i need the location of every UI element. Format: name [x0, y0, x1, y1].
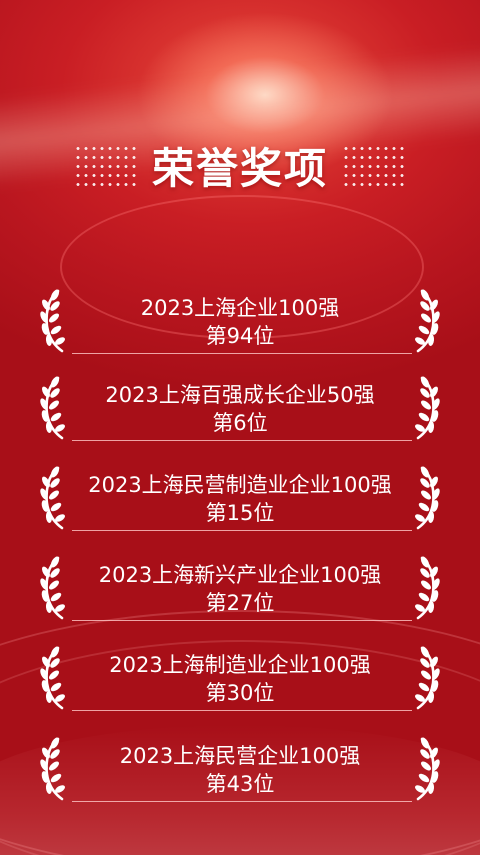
- award-item: 2023上海制造业企业100强 第30位: [40, 642, 440, 720]
- award-item: 2023上海民营制造业企业100强 第15位: [40, 462, 440, 540]
- award-rank: 第27位: [205, 591, 275, 615]
- honors-page: 荣誉奖项 2023上海企业100强 第94位 2023上海百强成长企业50强 第6位: [0, 0, 480, 855]
- award-name: 2023上海新兴产业企业100强: [98, 563, 382, 587]
- award-divider: [72, 353, 412, 354]
- award-item: 2023上海民营企业100强 第43位: [40, 733, 440, 811]
- award-rank: 第15位: [205, 501, 275, 525]
- award-name: 2023上海百强成长企业50强: [105, 383, 375, 407]
- dot-grid-left-icon: [73, 144, 138, 186]
- title-row: 荣誉奖项: [0, 135, 480, 195]
- award-name: 2023上海民营制造业企业100强: [88, 473, 392, 497]
- award-rank: 第43位: [205, 772, 275, 796]
- award-divider: [72, 440, 412, 441]
- dot-grid-right-icon: [342, 144, 406, 186]
- award-item: 2023上海企业100强 第94位: [40, 285, 440, 363]
- award-divider: [72, 801, 412, 802]
- award-name: 2023上海民营企业100强: [119, 744, 361, 768]
- award-divider: [72, 620, 412, 621]
- award-divider: [72, 530, 412, 531]
- award-rank: 第94位: [205, 324, 275, 348]
- award-rank: 第6位: [212, 411, 268, 435]
- award-item: 2023上海新兴产业企业100强 第27位: [40, 552, 440, 630]
- award-rank: 第30位: [205, 681, 275, 705]
- award-name: 2023上海企业100强: [140, 296, 340, 320]
- award-divider: [72, 710, 412, 711]
- page-title: 荣誉奖项: [151, 143, 328, 193]
- award-item: 2023上海百强成长企业50强 第6位: [40, 372, 440, 450]
- award-name: 2023上海制造业企业100强: [109, 653, 371, 677]
